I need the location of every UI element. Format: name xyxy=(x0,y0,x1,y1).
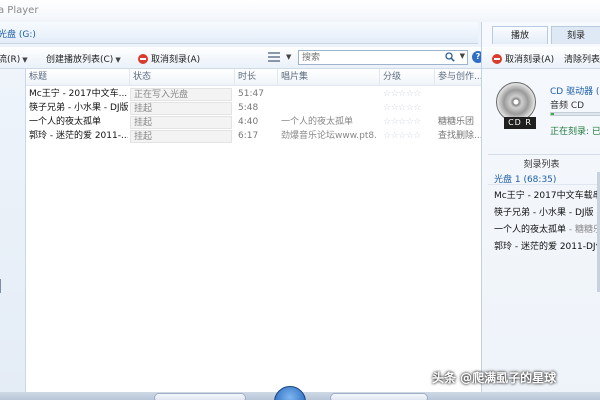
navigation-pane xyxy=(0,69,26,400)
divider xyxy=(488,154,600,155)
tab-burn[interactable]: 刻录 xyxy=(551,26,600,44)
track-title: Mc王宁 - 2017中文车... xyxy=(29,89,128,99)
cancel-burn-icon xyxy=(138,54,148,64)
track-artist: 糖糖乐团 xyxy=(438,117,475,127)
pane-splitter-handle[interactable] xyxy=(0,279,1,293)
search-dropdown-icon[interactable]: ▼ xyxy=(460,52,465,60)
track-rating[interactable]: ☆☆☆☆☆ xyxy=(380,102,434,115)
column-header-title[interactable]: 标题 xyxy=(26,69,130,86)
table-row[interactable]: 筷子兄弟 - 小水果 - DJ版 挂起 5:48 ☆☆☆☆☆ xyxy=(26,102,481,115)
panel-cancel-burn-button[interactable]: 取消刻录(A) xyxy=(492,52,554,65)
track-duration: 5:48 xyxy=(238,103,259,113)
burn-status: 正在刻录: 已完... xyxy=(550,127,600,137)
burn-panel: 播放 刻录 取消刻录(A) 清除列表(I) CD R CD 驱动器 (G:) 音… xyxy=(481,22,600,400)
table-row[interactable]: 一个人的夜太孤单 挂起 4:40 一个人的夜太孤单 ☆☆☆☆☆ 糖糖乐团 xyxy=(26,116,481,129)
track-duration: 51:47 xyxy=(238,89,264,99)
column-header-album[interactable]: 唱片集 xyxy=(278,69,380,86)
track-artist xyxy=(435,102,481,115)
watermark: 头条 @爬满虱子的星球 xyxy=(432,371,557,385)
track-artist xyxy=(435,88,481,101)
navigation-bar: 光盘 (G:) xyxy=(0,22,478,44)
chevron-down-icon: ▼ xyxy=(286,53,292,61)
track-title: 筷子兄弟 - 小水果 - DJ版 xyxy=(29,103,128,113)
track-title: 郭玲 - 迷茫的爱 2011-... xyxy=(29,131,128,141)
track-status: 正在写入光盘 xyxy=(130,88,232,101)
view-options-dropdown[interactable]: ▼ xyxy=(284,52,291,62)
track-rating[interactable]: ☆☆☆☆☆ xyxy=(380,130,434,143)
chevron-down-icon: ▼ xyxy=(115,56,121,64)
track-rating[interactable]: ☆☆☆☆☆ xyxy=(380,88,434,101)
track-title: 一个人的夜太孤单 xyxy=(29,117,102,127)
track-status: 挂起 xyxy=(130,116,232,129)
track-duration: 6:17 xyxy=(238,131,259,141)
track-status: 挂起 xyxy=(130,102,232,115)
search-box: ▼ xyxy=(298,50,468,65)
cancel-burn-button[interactable]: 取消刻录(A) xyxy=(138,52,200,65)
create-playlist-label: 创建播放列表(C) xyxy=(46,55,114,65)
burn-item-title: 一个人的夜太孤单 xyxy=(494,225,567,235)
drive-name-link[interactable]: CD 驱动器 (G:) xyxy=(550,84,600,97)
burn-progress-bar xyxy=(550,112,600,116)
track-album xyxy=(278,88,378,101)
cdr-label: CD R xyxy=(504,117,536,129)
view-options-icon[interactable] xyxy=(268,52,280,62)
burn-toolbar: 取消刻录(A) 清除列表(I) xyxy=(482,47,600,69)
column-header-rating[interactable]: 分级 xyxy=(380,69,435,86)
playback-controls-right[interactable] xyxy=(330,393,428,400)
cancel-burn-icon xyxy=(492,54,502,64)
organize-button[interactable]: 流(R) ▼ xyxy=(0,52,28,65)
list-item[interactable]: 筷子兄弟 - 小水果 - DJ版 xyxy=(494,205,594,218)
divider xyxy=(488,184,600,185)
cancel-burn-label: 取消刻录(A) xyxy=(151,55,201,65)
track-list-header: 标题 状态 时长 唱片集 分级 参与创作... xyxy=(26,69,481,86)
list-item[interactable]: Mc王宁 - 2017中文车载串烧 xyxy=(494,188,600,201)
list-item[interactable]: 一个人的夜太孤单 - 糖糖乐团 xyxy=(494,222,600,235)
chevron-down-icon: ▼ xyxy=(22,56,28,64)
organize-button-label: 流(R) xyxy=(0,55,21,65)
panel-cancel-burn-label: 取消刻录(A) xyxy=(505,55,555,65)
burn-item-title: 郭玲 - 迷茫的爱 2011-DJ何鹏 xyxy=(494,242,600,252)
track-duration: 4:40 xyxy=(238,117,259,127)
tab-play[interactable]: 播放 xyxy=(492,26,548,44)
create-playlist-button[interactable]: 创建播放列表(C) ▼ xyxy=(46,52,121,65)
title-bar: a Player xyxy=(0,0,600,22)
table-row[interactable]: Mc王宁 - 2017中文车... 正在写入光盘 51:47 ☆☆☆☆☆ xyxy=(26,88,481,101)
track-status: 挂起 xyxy=(130,130,232,143)
track-rating[interactable]: ☆☆☆☆☆ xyxy=(380,116,434,129)
burn-list-title: 刻录列表 xyxy=(523,160,560,170)
track-artist: 查找删除... xyxy=(438,131,481,141)
table-row[interactable]: 郭玲 - 迷茫的爱 2011-... 挂起 6:17 劲爆音乐论坛www.pt8… xyxy=(26,130,481,143)
track-album: 一个人的夜太孤单 xyxy=(281,117,354,127)
search-icon[interactable] xyxy=(445,52,455,62)
list-item[interactable]: 郭玲 - 迷茫的爱 2011-DJ何鹏 xyxy=(494,239,600,252)
column-header-duration[interactable]: 时长 xyxy=(235,69,278,86)
track-album: 劲爆音乐论坛www.pt8... xyxy=(281,131,378,141)
track-album xyxy=(278,102,378,115)
burn-item-title: Mc王宁 - 2017中文车载串烧 xyxy=(494,191,600,201)
burn-item-title: 筷子兄弟 - 小水果 - DJ版 xyxy=(494,208,594,218)
track-list: 标题 状态 时长 唱片集 分级 参与创作... Mc王宁 - 2017中文车..… xyxy=(26,69,481,400)
clear-list-button[interactable]: 清除列表(I) xyxy=(564,52,600,65)
cd-disc-icon xyxy=(496,82,536,122)
breadcrumb[interactable]: 光盘 (G:) xyxy=(0,27,36,40)
disc-type: 音频 CD xyxy=(550,101,585,111)
burn-progress-fill xyxy=(551,113,554,115)
window-title: a Player xyxy=(0,5,39,16)
column-header-status[interactable]: 状态 xyxy=(130,69,235,86)
search-input[interactable] xyxy=(299,51,439,64)
column-header-contributing-artist[interactable]: 参与创作... xyxy=(435,69,481,86)
playback-controls-left[interactable] xyxy=(154,393,246,400)
burn-item-artist: - 糖糖乐团 xyxy=(568,225,600,235)
